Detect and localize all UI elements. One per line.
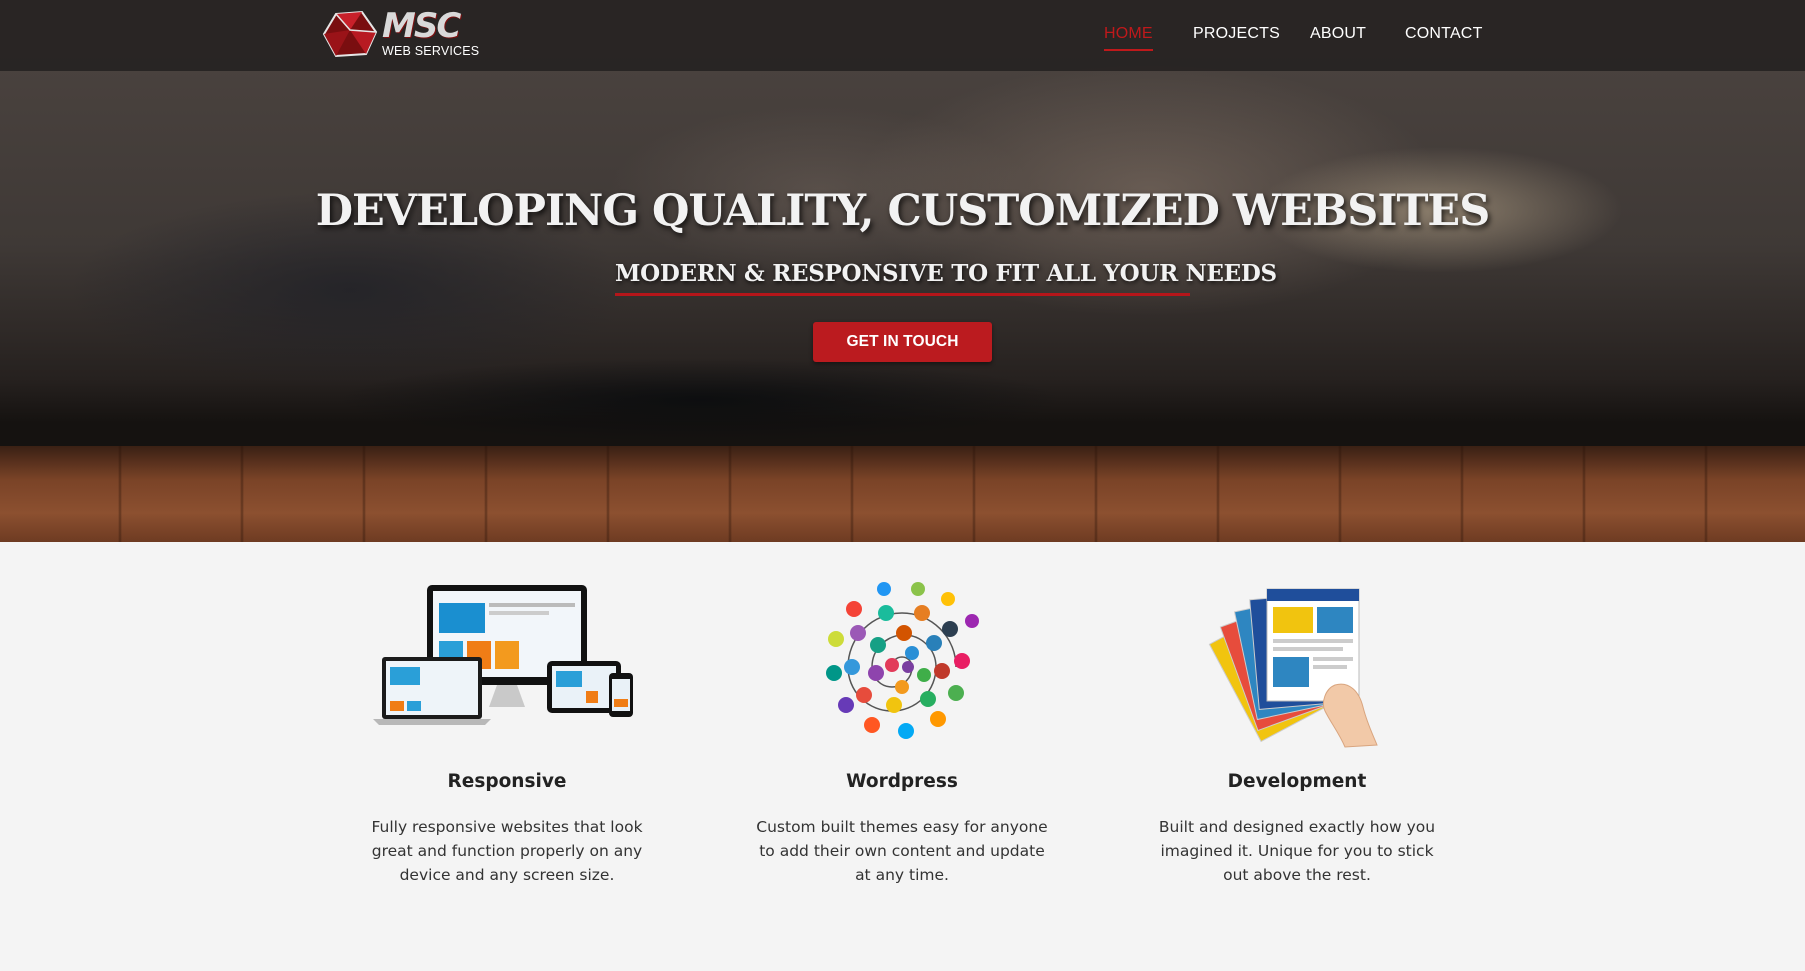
get-in-touch-button[interactable]: GET IN TOUCH [813,322,992,362]
brand-logo[interactable]: MSC WEB SERVICES [322,8,482,60]
feature-development: Development Built and designed exactly h… [1137,575,1457,884]
feature-text: Custom built themes easy for anyone to a… [756,818,1048,884]
hero-title: DEVELOPING QUALITY, CUSTOMIZED WEBSITES [315,186,1491,236]
feature-title: Wordpress [846,771,958,792]
devices-icon [347,575,667,750]
feature-wordpress: Wordpress Custom built themes easy for a… [742,575,1062,884]
hero-section: MSC WEB SERVICES HOME PROJECTS ABOUT CON… [0,0,1805,542]
feature-title: Development [1227,771,1367,792]
wooden-floor [0,446,1805,542]
navbar: MSC WEB SERVICES HOME PROJECTS ABOUT CON… [0,0,1805,71]
nav-projects[interactable]: PROJECTS [1193,25,1280,47]
nav-home[interactable]: HOME [1104,25,1153,51]
feature-text: Fully responsive websites that look grea… [371,818,643,884]
feature-title: Responsive [447,771,567,792]
logo-subtext: WEB SERVICES [382,44,480,58]
hero-subtitle: MODERN & RESPONSIVE TO FIT ALL YOUR NEED… [615,260,1277,296]
plugins-spiral-icon [742,575,1062,750]
feature-text: Built and designed exactly how you imagi… [1158,818,1436,884]
nav-about[interactable]: ABOUT [1310,25,1366,47]
feature-responsive: Responsive Fully responsive websites tha… [347,575,667,884]
hand-holding-pages-icon [1137,575,1457,750]
nav-contact[interactable]: CONTACT [1405,25,1483,47]
logo-text: MSC [382,6,461,46]
logo-polyhedron-icon [322,10,378,58]
